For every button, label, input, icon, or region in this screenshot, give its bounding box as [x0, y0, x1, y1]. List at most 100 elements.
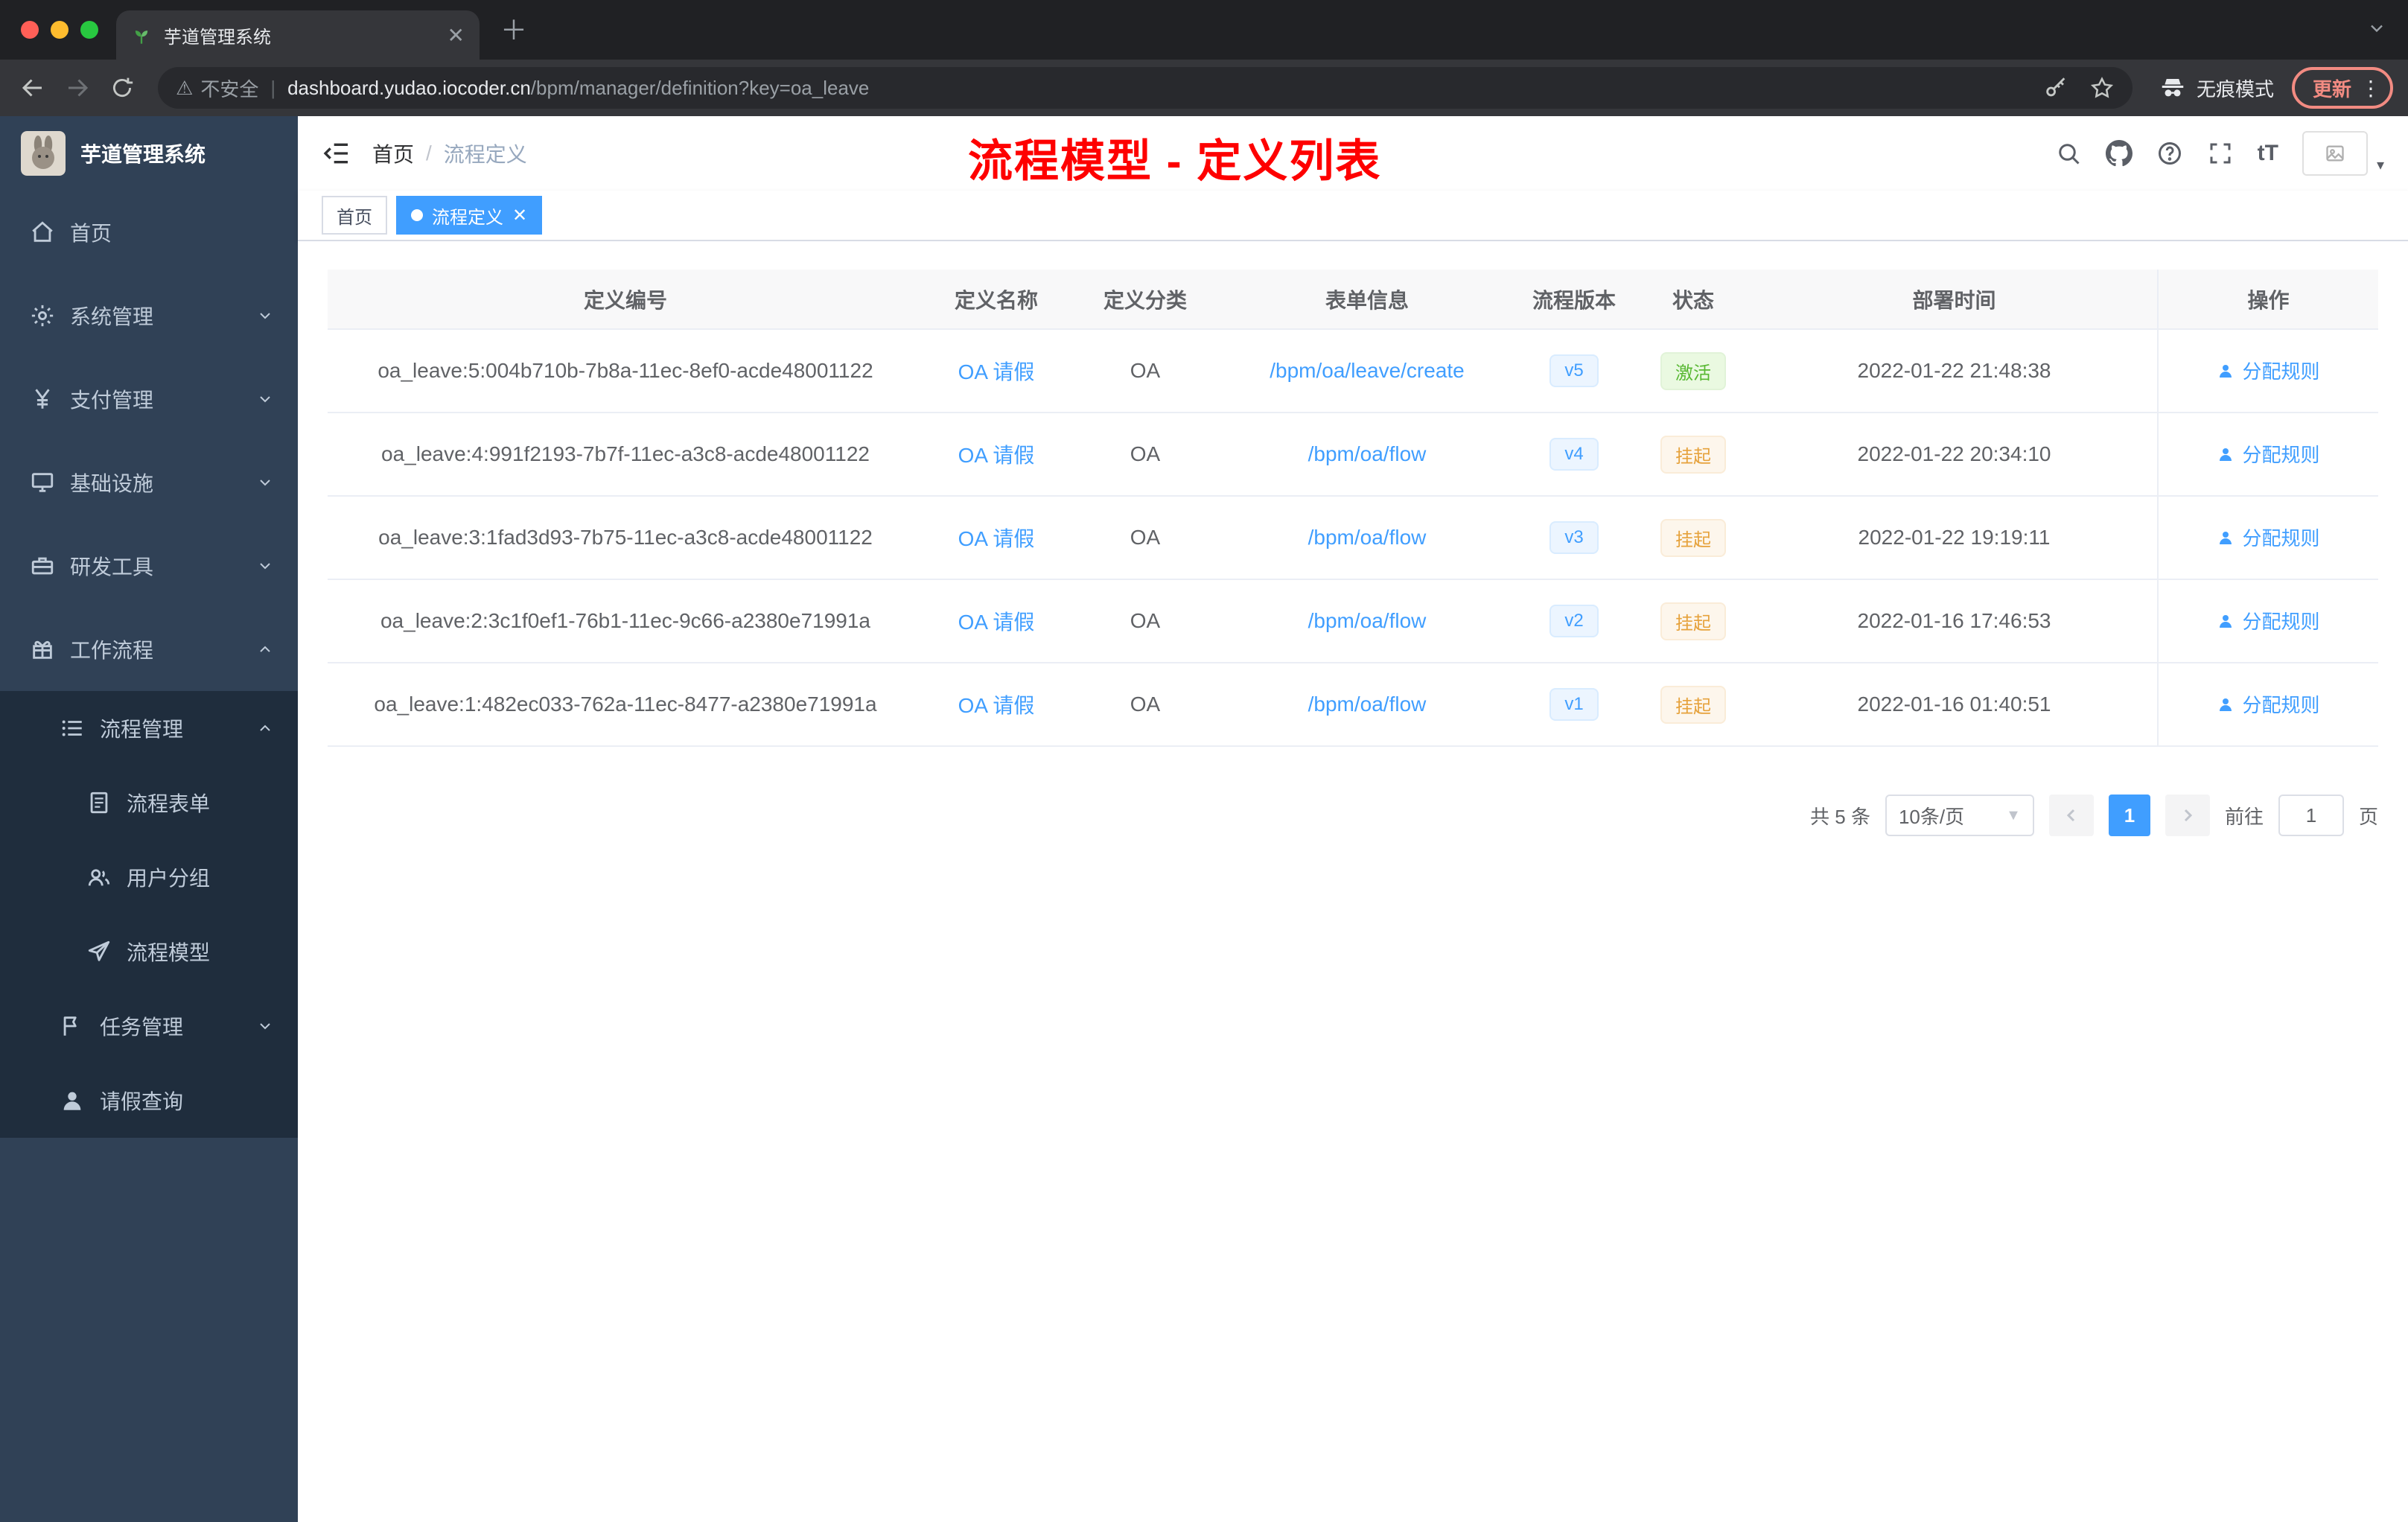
sidebar-item-workflow[interactable]: 工作流程 — [0, 608, 298, 691]
flag-icon — [63, 1016, 77, 1036]
sidebar-item-payment[interactable]: 支付管理 — [0, 357, 298, 441]
kebab-menu-icon[interactable]: ⋮ — [2360, 76, 2381, 101]
assign-rule-link[interactable]: 分配规则 — [2217, 690, 2320, 718]
chevron-down-icon: ▼ — [2006, 806, 2021, 824]
avatar-caret-icon[interactable]: ▾ — [2377, 156, 2384, 174]
page-number-button[interactable]: 1 — [2108, 795, 2150, 836]
page-size-select[interactable]: 10条/页 ▼ — [1885, 795, 2034, 836]
browser-update-menu[interactable]: 更新 ⋮ — [2291, 67, 2393, 109]
definition-table: 定义编号 定义名称 定义分类 表单信息 流程版本 状态 部署时间 操作 oa_l — [328, 270, 2378, 747]
pagination: 共 5 条 10条/页 ▼ 1 前往 页 — [328, 795, 2378, 836]
definition-name-link[interactable]: OA 请假 — [958, 611, 1035, 634]
browser-tab[interactable]: 芋道管理系统 ✕ — [116, 10, 480, 60]
cell-category: OA — [1069, 413, 1221, 497]
form-link[interactable]: /bpm/oa/leave/create — [1270, 359, 1465, 382]
annotation-text: 流程模型 - 定义列表 — [968, 136, 1382, 186]
minimize-window-button[interactable] — [51, 21, 69, 39]
assign-rule-link[interactable]: 分配规则 — [2217, 440, 2320, 468]
sidebar-item-process-model[interactable]: 流程模型 — [0, 914, 298, 989]
definition-name-link[interactable]: OA 请假 — [958, 360, 1035, 383]
monitor-icon — [31, 473, 54, 492]
github-icon[interactable] — [2105, 140, 2133, 167]
security-warning[interactable]: ⚠ 不安全 — [176, 74, 258, 102]
search-icon[interactable] — [2055, 140, 2082, 167]
address-bar[interactable]: ⚠ 不安全 | dashboard.yudao.iocoder.cn/bpm/m… — [158, 67, 2133, 109]
tab-title: 芋道管理系统 — [164, 27, 271, 48]
breadcrumb-home[interactable]: 首页 — [372, 138, 414, 168]
user-avatar[interactable] — [2302, 131, 2368, 176]
tag-close-icon[interactable]: ✕ — [512, 205, 527, 226]
cell-category: OA — [1069, 329, 1221, 413]
col-action: 操作 — [2157, 270, 2378, 330]
status-tag: 挂起 — [1660, 435, 1726, 474]
tab-search-chevron-icon[interactable] — [2366, 18, 2387, 39]
cell-deploy-time: 2022-01-22 19:19:11 — [1751, 496, 2158, 580]
cell-deploy-time: 2022-01-16 17:46:53 — [1751, 579, 2158, 663]
new-tab-button[interactable]: ＋ — [500, 9, 527, 48]
tag-process-definition[interactable]: 流程定义 ✕ — [396, 196, 543, 235]
form-link[interactable]: /bpm/oa/flow — [1308, 442, 1427, 465]
sidebar-item-process-form[interactable]: 流程表单 — [0, 765, 298, 840]
tags-view-bar: 首页 流程定义 ✕ — [298, 191, 2408, 241]
table-row: oa_leave:3:1fad3d93-7b75-11ec-a3c8-acde4… — [328, 496, 2378, 580]
tab-close-icon[interactable]: ✕ — [447, 23, 465, 48]
col-process-version: 流程版本 — [1513, 270, 1635, 330]
tag-home[interactable]: 首页 — [322, 196, 387, 235]
sidebar-fold-icon[interactable] — [322, 138, 351, 168]
sidebar-item-home[interactable]: 首页 — [0, 191, 298, 274]
form-link[interactable]: /bpm/oa/flow — [1308, 526, 1427, 549]
cell-definition-id: oa_leave:5:004b710b-7b8a-11ec-8ef0-acde4… — [328, 329, 923, 413]
browser-tabstrip: 芋道管理系统 ✕ ＋ — [0, 0, 2408, 60]
back-button[interactable] — [15, 70, 51, 106]
font-size-icon[interactable]: tT — [2258, 141, 2278, 166]
sidebar-item-devtools[interactable]: 研发工具 — [0, 524, 298, 608]
help-icon[interactable] — [2156, 140, 2183, 167]
sidebar-item-process-management[interactable]: 流程管理 — [0, 691, 298, 765]
zoom-window-button[interactable] — [80, 21, 98, 39]
assign-rule-link[interactable]: 分配规则 — [2217, 607, 2320, 634]
chevron-up-icon — [260, 725, 270, 731]
definition-name-link[interactable]: OA 请假 — [958, 527, 1035, 550]
col-deploy-time: 部署时间 — [1751, 270, 2158, 330]
table-row: oa_leave:5:004b710b-7b8a-11ec-8ef0-acde4… — [328, 329, 2378, 413]
next-page-button[interactable] — [2165, 795, 2210, 836]
active-dot — [411, 209, 423, 221]
breadcrumb-separator: / — [426, 141, 432, 165]
form-icon — [90, 792, 108, 814]
list-icon — [62, 720, 82, 736]
url-text: dashboard.yudao.iocoder.cn/bpm/manager/d… — [287, 77, 869, 100]
sidebar-item-infrastructure[interactable]: 基础设施 — [0, 441, 298, 524]
fullscreen-icon[interactable] — [2207, 140, 2234, 167]
url-path: /bpm/manager/definition?key=oa_leave — [530, 76, 870, 99]
cell-category: OA — [1069, 579, 1221, 663]
form-link[interactable]: /bpm/oa/flow — [1308, 609, 1427, 632]
assign-rule-link[interactable]: 分配规则 — [2217, 357, 2320, 384]
person-icon — [2220, 531, 2232, 544]
table-header-row: 定义编号 定义名称 定义分类 表单信息 流程版本 状态 部署时间 操作 — [328, 270, 2378, 330]
goto-page-input[interactable] — [2278, 795, 2344, 836]
window-controls[interactable] — [21, 21, 98, 39]
forward-button[interactable] — [60, 70, 95, 106]
breadcrumb-current: 流程定义 — [443, 143, 527, 166]
sidebar-item-user-group[interactable]: 用户分组 — [0, 840, 298, 914]
sidebar-item-task-management[interactable]: 任务管理 — [0, 989, 298, 1063]
reload-button[interactable] — [104, 70, 140, 106]
cell-deploy-time: 2022-01-22 20:34:10 — [1751, 413, 2158, 497]
status-tag: 挂起 — [1660, 518, 1726, 557]
navbar-right-menu: tT ▾ — [2055, 131, 2384, 176]
password-key-icon[interactable] — [2043, 75, 2068, 101]
definition-name-link[interactable]: OA 请假 — [958, 444, 1035, 467]
form-link[interactable]: /bpm/oa/flow — [1308, 692, 1427, 716]
prev-page-button[interactable] — [2048, 795, 2094, 836]
definition-name-link[interactable]: OA 请假 — [958, 694, 1035, 717]
person-icon — [63, 1092, 81, 1110]
sidebar-item-system[interactable]: 系统管理 — [0, 274, 298, 357]
bookmark-star-icon[interactable] — [2089, 75, 2115, 101]
incognito-badge: 无痕模式 — [2159, 74, 2274, 102]
table-row: oa_leave:1:482ec033-762a-11ec-8477-a2380… — [328, 663, 2378, 747]
close-window-button[interactable] — [21, 21, 39, 39]
sidebar-item-leave-query[interactable]: 请假查询 — [0, 1063, 298, 1138]
assign-rule-link[interactable]: 分配规则 — [2217, 523, 2320, 551]
person-icon — [2220, 364, 2232, 378]
sidebar-logo[interactable]: 芋道管理系统 — [0, 116, 298, 191]
